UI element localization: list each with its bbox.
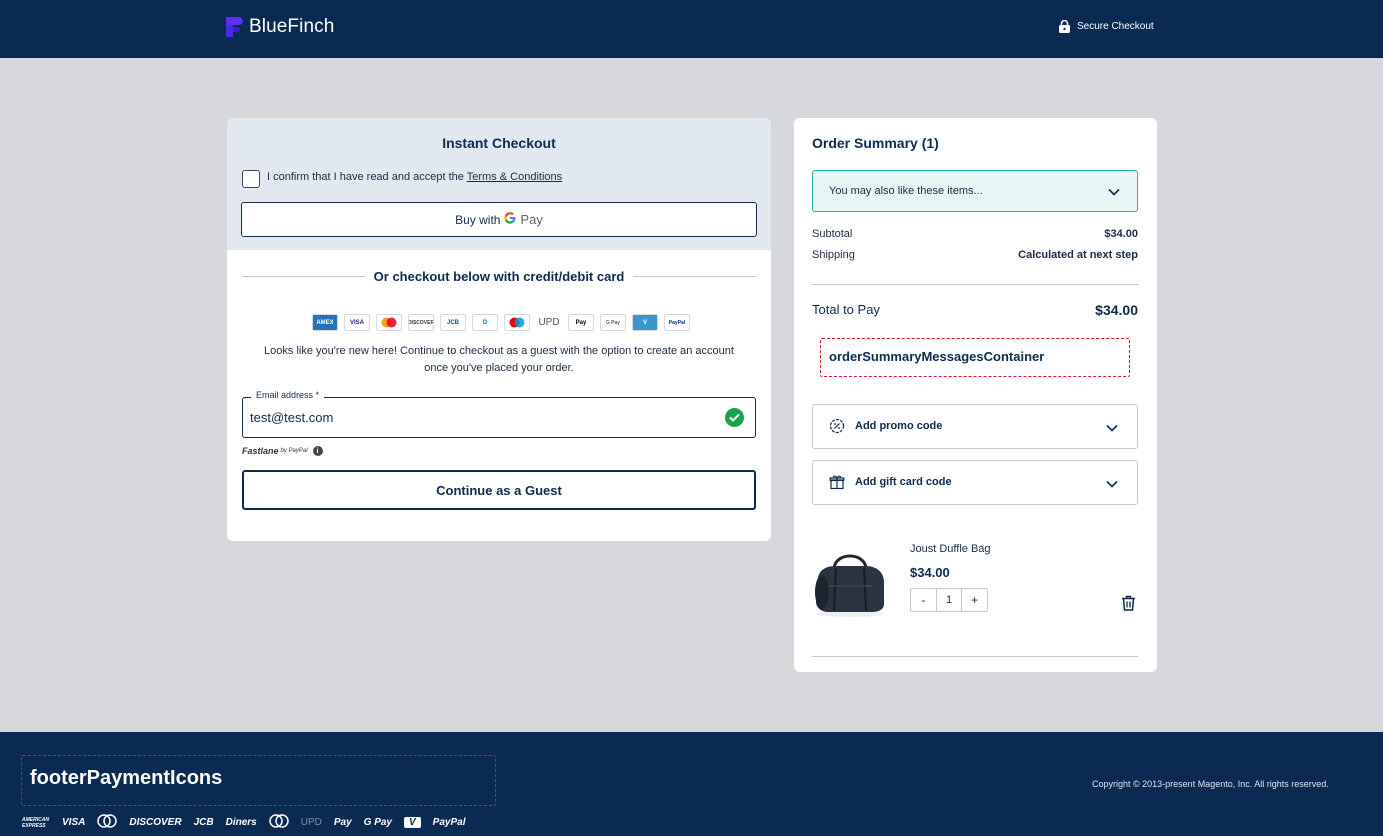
total-row: Total to Pay $34.00 [812, 302, 1138, 318]
footer-payment-icon [97, 814, 118, 831]
trash-icon[interactable] [1121, 595, 1136, 611]
email-label: Email address * [251, 390, 325, 400]
diners-icon: D [472, 314, 498, 331]
email-valid-check-icon [725, 408, 744, 427]
promo-code-label: Add promo code [855, 420, 943, 432]
shipping-value: Calculated at next step [1018, 249, 1138, 261]
fastlane-brand: Fastlane [242, 446, 279, 456]
promo-code-accordion[interactable]: Add promo code [812, 404, 1138, 449]
bluefinch-logo-icon [226, 17, 243, 37]
card-divider: Or checkout below with credit/debit card [227, 268, 771, 286]
footer-payment-icon [268, 814, 289, 831]
footer-payment-icon: PayPal [432, 817, 466, 828]
terms-link[interactable]: Terms & Conditions [467, 171, 562, 183]
discount-badge-icon [829, 418, 845, 434]
summary-divider [812, 284, 1138, 285]
footer-payment-icon: Pay [333, 817, 352, 828]
secure-checkout-badge: Secure Checkout [1059, 20, 1154, 33]
upd-icon: UPD [536, 314, 562, 331]
gift-card-accordion[interactable]: Add gift card code [812, 460, 1138, 505]
card-divider-text: Or checkout below with credit/debit card [364, 269, 634, 284]
terms-label: I confirm that I have read and accept th… [267, 171, 562, 183]
fastlane-by-paypal: by PayPal [280, 448, 308, 454]
subtotal-value: $34.00 [1104, 228, 1138, 240]
brand-name: BlueFinch [249, 16, 335, 37]
chevron-down-icon [1108, 188, 1120, 196]
brand-logo[interactable]: BlueFinch [226, 16, 334, 38]
fastlane-badge: Fastlane by PayPal i [242, 446, 323, 456]
footer-payment-icon: G Pay [363, 817, 392, 828]
product-price: $34.00 [910, 565, 950, 580]
jcb-icon: JCB [440, 314, 466, 331]
venmo-icon: V [632, 314, 658, 331]
site-footer: footerPaymentIcons Copyright © 2013-pres… [0, 732, 1383, 836]
terms-prefix: I confirm that I have read and accept th… [267, 171, 467, 183]
duffle-bag-image [815, 554, 884, 617]
instant-checkout-section: Instant Checkout I confirm that I have r… [227, 118, 771, 250]
quantity-stepper: - 1 + [910, 588, 988, 612]
site-header: BlueFinch Secure Checkout [0, 0, 1383, 58]
visa-icon: VISA [344, 314, 370, 331]
footer-payment-icon: UPD [300, 817, 322, 828]
footer-payment-icon: JCB [193, 817, 214, 828]
order-summary-messages-container: orderSummaryMessagesContainer [820, 338, 1130, 377]
terms-checkbox[interactable] [242, 170, 260, 188]
quantity-decrease-button[interactable]: - [911, 589, 936, 611]
footer-payment-icons-container: footerPaymentIcons [21, 755, 496, 806]
secure-checkout-label: Secure Checkout [1077, 21, 1154, 32]
gpay-buy-with-label: Buy with [455, 212, 501, 227]
chevron-down-icon [1106, 424, 1118, 432]
google-pay-button[interactable]: Buy with Pay [241, 202, 757, 237]
quantity-increase-button[interactable]: + [962, 589, 987, 611]
footer-payment-icon: DISCOVER [129, 817, 182, 828]
order-summary-title: Order Summary (1) [812, 135, 939, 151]
footer-payment-icon: AMERICAN EXPRESS [22, 816, 49, 829]
total-label: Total to Pay [812, 302, 880, 317]
product-name[interactable]: Joust Duffle Bag [910, 543, 991, 555]
shipping-row: Shipping Calculated at next step [812, 249, 1138, 261]
subtotal-label: Subtotal [812, 228, 853, 240]
apple-pay-icon: Pay [568, 314, 594, 331]
gpay-pay-label: Pay [520, 212, 543, 227]
item-divider [812, 656, 1138, 657]
checkout-card: Instant Checkout I confirm that I have r… [227, 118, 771, 541]
continue-as-guest-button[interactable]: Continue as a Guest [242, 470, 756, 510]
shipping-label: Shipping [812, 249, 855, 261]
order-summary-card: Order Summary (1) You may also like thes… [794, 118, 1157, 672]
google-pay-icon: G Pay [600, 314, 626, 331]
email-value[interactable]: test@test.com [250, 410, 333, 425]
maestro-icon [504, 314, 530, 331]
messages-container-label: orderSummaryMessagesContainer [829, 349, 1045, 364]
total-value: $34.00 [1095, 302, 1138, 318]
info-icon[interactable]: i [312, 446, 323, 456]
instant-checkout-title: Instant Checkout [442, 135, 556, 151]
gift-icon [829, 475, 845, 490]
subtotal-row: Subtotal $34.00 [812, 228, 1138, 240]
discover-icon: DISCOVER [408, 314, 434, 331]
quantity-input[interactable]: 1 [935, 589, 963, 611]
google-g-icon [504, 212, 516, 227]
footer-payment-icon: VISA [62, 817, 86, 828]
footer-payment-icons-row: AMERICAN EXPRESS VISA DISCOVER JCB Diners UPD… [22, 814, 465, 831]
upsell-dropdown[interactable]: You may also like these items... [812, 170, 1138, 212]
paypal-icon: PayPal [664, 314, 690, 331]
upsell-label: You may also like these items... [829, 185, 983, 197]
chevron-down-icon [1106, 480, 1118, 488]
footer-payment-icon: V [404, 817, 421, 828]
copyright-text: Copyright © 2013-present Magento, Inc. A… [1092, 779, 1329, 789]
mastercard-icon [376, 314, 402, 331]
lock-icon [1059, 20, 1070, 33]
footer-payment-icons-label: footerPaymentIcons [30, 767, 223, 789]
gift-card-label: Add gift card code [855, 476, 952, 488]
footer-payment-icon: Diners [225, 817, 257, 828]
amex-icon: AMEX [312, 314, 338, 331]
accepted-cards-row: AMEX VISA DISCOVER JCB D UPD Pay G Pay V PayPal [312, 314, 690, 331]
new-customer-message: Looks like you're new here! Continue to … [264, 345, 734, 374]
